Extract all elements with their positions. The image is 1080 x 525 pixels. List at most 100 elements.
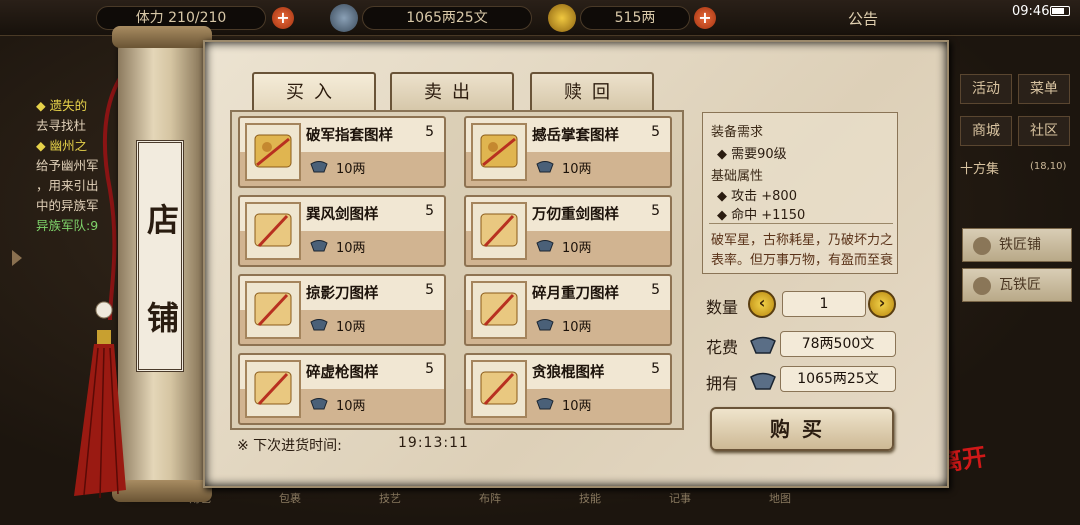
nav-formation[interactable]: 布阵 bbox=[470, 490, 510, 524]
requirement-heading: 装备需求 bbox=[711, 125, 764, 140]
level-requirement: ◆ 需要90级 bbox=[717, 147, 787, 162]
gold-display: 515两 bbox=[580, 6, 690, 30]
add-stamina-button[interactable]: + bbox=[272, 7, 294, 29]
blueprint-scroll-icon bbox=[471, 202, 527, 260]
shop-item[interactable]: 掠影刀图样 5 10两 bbox=[238, 274, 446, 346]
item-name: 贪狼棍图样 bbox=[532, 365, 605, 381]
mall-button[interactable]: 商城 bbox=[960, 116, 1012, 146]
item-description: 破军星，古称耗星，乃破坏力之表率。但万事万物，有盈而至衰之理，破军伤 bbox=[711, 233, 894, 268]
system-clock: 09:46 bbox=[1012, 4, 1050, 19]
item-price: 10两 bbox=[336, 241, 366, 256]
shop-item[interactable]: 巽风剑图样 5 10两 bbox=[238, 195, 446, 267]
shop-item[interactable]: 破军指套图样 5 10两 bbox=[238, 116, 446, 188]
npc-icon bbox=[973, 277, 991, 295]
owned-value: 1065两25文 bbox=[780, 366, 896, 392]
blueprint-scroll-icon bbox=[245, 123, 301, 181]
item-list: 破军指套图样 5 10两 撼岳掌套图样 5 10两 巽风剑图样 5 10两 万仞… bbox=[230, 110, 684, 430]
silver-ingot-icon bbox=[310, 240, 328, 252]
silver-ingot-icon bbox=[536, 398, 554, 410]
npc-label: 瓦铁匠 bbox=[999, 277, 1041, 293]
item-price: 10两 bbox=[562, 162, 592, 177]
npc-blacksmith-button[interactable]: 瓦铁匠 bbox=[962, 268, 1072, 302]
item-name: 掠影刀图样 bbox=[306, 286, 379, 302]
title-char: 铺 bbox=[146, 299, 179, 337]
item-stock: 5 bbox=[651, 361, 660, 377]
buy-button[interactable]: 购买 bbox=[710, 407, 894, 451]
battery-icon bbox=[1050, 6, 1070, 16]
tassel-icon bbox=[74, 301, 126, 499]
quantity-label: 数量 bbox=[706, 298, 739, 317]
shop-item[interactable]: 碎虚枪图样 5 10两 bbox=[238, 353, 446, 425]
item-price: 10两 bbox=[336, 320, 366, 335]
owned-label: 拥有 bbox=[706, 374, 739, 393]
item-price: 10两 bbox=[562, 241, 592, 256]
item-price: 10两 bbox=[562, 399, 592, 414]
shop-item[interactable]: 碎月重刀图样 5 10两 bbox=[464, 274, 672, 346]
nav-bag[interactable]: 包裹 bbox=[270, 490, 310, 524]
item-stock: 5 bbox=[651, 282, 660, 298]
restock-timer: 19:13:11 bbox=[398, 435, 469, 451]
scroll-rod-cap bbox=[112, 26, 212, 48]
tab-buy[interactable]: 买入 bbox=[252, 72, 376, 112]
decrease-quantity-button[interactable]: ‹ bbox=[748, 290, 776, 318]
map-coordinates: (18,10) bbox=[1030, 161, 1067, 172]
npc-label: 铁匠铺 bbox=[999, 237, 1041, 253]
cost-value: 78两500文 bbox=[780, 331, 896, 357]
item-name: 碎月重刀图样 bbox=[532, 286, 619, 302]
cost-label: 花费 bbox=[706, 338, 739, 357]
item-name: 碎虚枪图样 bbox=[306, 365, 379, 381]
activity-button[interactable]: 活动 bbox=[960, 74, 1012, 104]
npc-icon bbox=[973, 237, 991, 255]
item-stock: 5 bbox=[425, 361, 434, 377]
shop-title-plaque: 店 铺 bbox=[136, 140, 184, 372]
blueprint-scroll-icon bbox=[471, 281, 527, 339]
tab-sell[interactable]: 卖出 bbox=[390, 72, 514, 112]
restock-label: ※ 下次进货时间: bbox=[237, 438, 342, 454]
item-stock: 5 bbox=[651, 203, 660, 219]
item-price: 10两 bbox=[336, 162, 366, 177]
blueprint-scroll-icon bbox=[245, 281, 301, 339]
base-attributes-heading: 基础属性 bbox=[711, 169, 764, 184]
blueprint-scroll-icon bbox=[471, 360, 527, 418]
gold-ingot-icon bbox=[548, 4, 576, 32]
item-price: 10两 bbox=[336, 399, 366, 414]
item-name: 万仞重剑图样 bbox=[532, 207, 619, 223]
item-detail-panel[interactable]: 装备需求 ◆ 需要90级 基础属性 ◆ 攻击 +800 ◆ 命中 +1150 破… bbox=[702, 112, 898, 274]
item-name: 撼岳掌套图样 bbox=[532, 128, 619, 144]
quantity-input[interactable]: 1 bbox=[782, 291, 866, 317]
silver-ingot-icon bbox=[750, 336, 776, 354]
title-char: 店 bbox=[146, 201, 179, 239]
item-stock: 5 bbox=[425, 282, 434, 298]
tab-buyback[interactable]: 赎回 bbox=[530, 72, 654, 112]
nav-skills[interactable]: 技能 bbox=[570, 490, 610, 524]
item-name: 破军指套图样 bbox=[306, 128, 393, 144]
shop-item[interactable]: 万仞重剑图样 5 10两 bbox=[464, 195, 672, 267]
notice-button[interactable]: 公告 bbox=[848, 8, 878, 29]
npc-blacksmith-shop-button[interactable]: 铁匠铺 bbox=[962, 228, 1072, 262]
menu-button[interactable]: 菜单 bbox=[1018, 74, 1070, 104]
silver-ingot-icon bbox=[310, 398, 328, 410]
hit-stat: ◆ 命中 +1150 bbox=[717, 208, 806, 223]
map-name: 十方集 bbox=[960, 162, 1000, 177]
add-gold-button[interactable]: + bbox=[694, 7, 716, 29]
shop-item[interactable]: 撼岳掌套图样 5 10两 bbox=[464, 116, 672, 188]
item-name: 巽风剑图样 bbox=[306, 207, 379, 223]
currency-display: 1065两25文 bbox=[362, 6, 532, 30]
attack-stat: ◆ 攻击 +800 bbox=[717, 189, 797, 204]
bottom-nav-bar: 角色 包裹 技艺 布阵 技能 记事 地图 bbox=[180, 488, 840, 525]
silver-ingot-icon bbox=[330, 4, 358, 32]
shop-item[interactable]: 贪狼棍图样 5 10两 bbox=[464, 353, 672, 425]
item-stock: 5 bbox=[425, 203, 434, 219]
nav-skills-craft[interactable]: 技艺 bbox=[370, 490, 410, 524]
silver-ingot-icon bbox=[310, 161, 328, 173]
community-button[interactable]: 社区 bbox=[1018, 116, 1070, 146]
nav-journal[interactable]: 记事 bbox=[660, 490, 700, 524]
nav-map[interactable]: 地图 bbox=[760, 490, 800, 524]
divider bbox=[709, 223, 893, 224]
increase-quantity-button[interactable]: › bbox=[868, 290, 896, 318]
silver-ingot-icon bbox=[310, 319, 328, 331]
blueprint-scroll-icon bbox=[245, 360, 301, 418]
silver-ingot-icon bbox=[536, 161, 554, 173]
blueprint-scroll-icon bbox=[245, 202, 301, 260]
expand-arrow-icon[interactable] bbox=[12, 250, 22, 266]
